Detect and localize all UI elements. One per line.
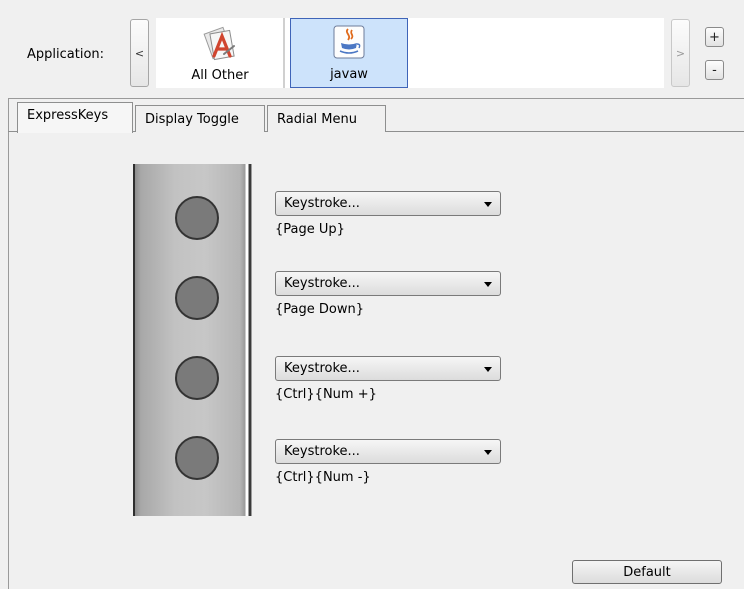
expresskey-setting-4: Keystroke... {Ctrl}{Num -} xyxy=(275,439,501,485)
expresskey-setting-3: Keystroke... {Ctrl}{Num +} xyxy=(275,356,501,402)
expresskey-1-keystroke: {Page Up} xyxy=(275,222,345,237)
chevron-down-icon xyxy=(484,202,492,207)
java-icon xyxy=(333,25,365,63)
tablet-expresskeys-illustration xyxy=(133,164,252,516)
chevron-right-icon: > xyxy=(675,46,686,60)
chevron-down-icon xyxy=(484,450,492,455)
app-tile-label: javaw xyxy=(330,67,368,82)
app-tile-label: All Other xyxy=(191,68,249,83)
plus-icon: + xyxy=(709,29,720,45)
expresskey-1-action-dropdown[interactable]: Keystroke... xyxy=(275,191,501,216)
dropdown-value: Keystroke... xyxy=(284,196,360,211)
minus-icon: - xyxy=(712,62,717,78)
dropdown-value: Keystroke... xyxy=(284,276,360,291)
tab-radial-menu[interactable]: Radial Menu xyxy=(267,105,386,132)
app-tile-javaw[interactable]: javaw xyxy=(290,18,408,88)
app-tile-all-other[interactable]: All Other xyxy=(160,18,280,88)
tile-divider xyxy=(283,18,285,88)
expresskey-2-action-dropdown[interactable]: Keystroke... xyxy=(275,271,501,296)
expresskey-4[interactable] xyxy=(175,436,219,480)
expresskey-3[interactable] xyxy=(175,356,219,400)
default-button[interactable]: Default xyxy=(572,560,722,584)
application-list: All Other javaw xyxy=(156,18,664,88)
scroll-left-button[interactable]: < xyxy=(130,19,149,87)
chevron-left-icon: < xyxy=(134,46,145,60)
tab-panel xyxy=(8,98,744,589)
expresskey-setting-1: Keystroke... {Page Up} xyxy=(275,191,501,237)
dropdown-value: Keystroke... xyxy=(284,444,360,459)
scroll-right-button[interactable]: > xyxy=(671,19,690,87)
tab-display-toggle[interactable]: Display Toggle xyxy=(135,105,265,132)
dropdown-value: Keystroke... xyxy=(284,361,360,376)
application-bar: Application: < All Other javaw > + - xyxy=(0,0,744,94)
chevron-down-icon xyxy=(484,282,492,287)
expresskey-1[interactable] xyxy=(175,196,219,240)
tab-expresskeys[interactable]: ExpressKeys xyxy=(17,102,133,133)
application-label: Application: xyxy=(27,47,105,62)
applications-icon xyxy=(200,24,240,68)
expresskey-4-action-dropdown[interactable]: Keystroke... xyxy=(275,439,501,464)
expresskey-2-keystroke: {Page Down} xyxy=(275,302,364,317)
expresskey-4-keystroke: {Ctrl}{Num -} xyxy=(275,470,371,485)
add-application-button[interactable]: + xyxy=(705,27,724,47)
tab-label: Radial Menu xyxy=(277,111,357,127)
expresskey-3-action-dropdown[interactable]: Keystroke... xyxy=(275,356,501,381)
expresskey-2[interactable] xyxy=(175,276,219,320)
expresskey-setting-2: Keystroke... {Page Down} xyxy=(275,271,501,317)
tab-label: Display Toggle xyxy=(145,111,239,127)
expresskey-3-keystroke: {Ctrl}{Num +} xyxy=(275,387,377,402)
chevron-down-icon xyxy=(484,367,492,372)
remove-application-button[interactable]: - xyxy=(705,60,724,80)
tab-label: ExpressKeys xyxy=(27,108,109,123)
